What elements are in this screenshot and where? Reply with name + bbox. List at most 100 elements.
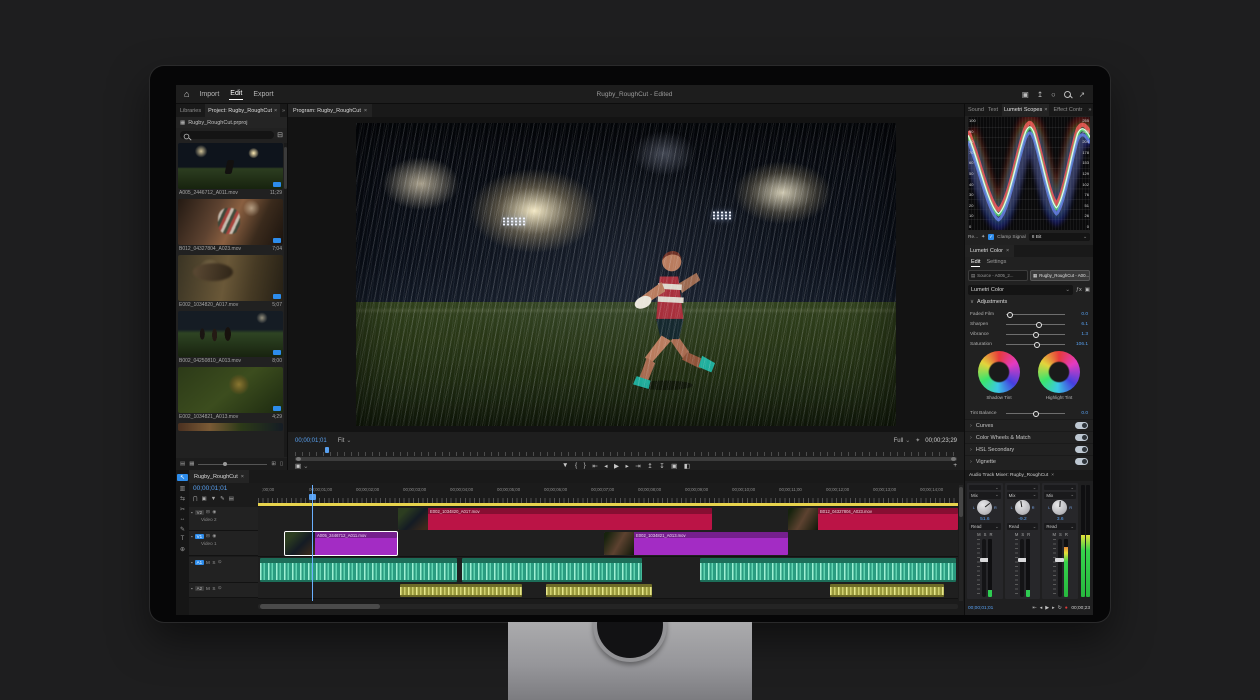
sync-lock-icon[interactable]: ⊟ (206, 533, 210, 539)
wrench-icon[interactable]: ✦ (915, 437, 920, 444)
panel-menu-icon[interactable]: » (280, 108, 287, 114)
list-item[interactable]: E002_1034820_A017.mov5;07 (178, 255, 283, 310)
lock-icon[interactable]: ▪ (191, 586, 193, 591)
input-dropdown[interactable]: ⌄ (1044, 485, 1076, 490)
pen-tool[interactable]: ✎ (180, 526, 185, 533)
menu-edit[interactable]: Edit (229, 88, 243, 100)
lock-icon[interactable]: ▪ (191, 510, 193, 515)
slip-tool[interactable]: ↔ (180, 516, 186, 522)
timeline-hscrollbar[interactable] (258, 604, 958, 609)
linked-selection-icon[interactable]: ▣ (202, 496, 207, 502)
quick-export-icon[interactable]: ↥ (1037, 90, 1043, 99)
list-item[interactable]: B012_04327804_A023.mov7;04 (178, 199, 283, 254)
close-icon[interactable]: × (364, 108, 367, 114)
mute-button[interactable]: M (1053, 532, 1057, 537)
extract-icon[interactable]: ↧ (659, 462, 664, 470)
menu-export[interactable]: Export (252, 89, 274, 100)
panel-menu-icon[interactable]: » (1086, 107, 1093, 113)
pan-knob[interactable] (1052, 500, 1067, 515)
highlight-tint-wheel[interactable] (1038, 351, 1080, 393)
zoom-tool[interactable]: ⊕ (180, 546, 185, 553)
menu-import[interactable]: Import (198, 89, 220, 100)
adjustments-section-header[interactable]: ∨ Adjustments (970, 299, 1007, 305)
section-curves[interactable]: › Curves (965, 419, 1093, 431)
section-toggle[interactable] (1075, 422, 1088, 429)
timeline-ruler[interactable]: ;00;00 00;00;01;00 00;00;02;00 00;00;03;… (258, 485, 958, 503)
button-editor-icon[interactable]: + (953, 462, 957, 469)
close-icon[interactable]: × (1006, 248, 1009, 254)
track-header-v1[interactable]: ▪ V1 ⊟ ◉ Video 1 (189, 531, 258, 556)
clip-thumbnail[interactable] (178, 143, 283, 189)
fit-dropdown[interactable]: Fit ⌄ (338, 437, 352, 444)
section-vignette[interactable]: › Vignette (965, 455, 1093, 467)
timeline-clip-v2[interactable]: E002_1034820_A017.mov (398, 508, 712, 530)
bit-depth-dropdown[interactable]: 8 Bit ⌄ (1029, 233, 1090, 241)
audio-clip-a2[interactable] (546, 584, 652, 597)
snap-icon[interactable]: ⋂ (193, 496, 198, 502)
timeline-clip-v1[interactable]: E002_1034821_A013.mov (604, 532, 788, 555)
step-back-icon[interactable]: ◂ (604, 462, 607, 470)
pen-icon[interactable]: ✎ (220, 496, 225, 502)
export-frame-icon[interactable]: ▣ (671, 462, 677, 470)
slider-track[interactable] (1006, 324, 1065, 325)
project-breadcrumb[interactable]: ▦ Rugby_RoughCut.prproj (176, 117, 287, 128)
list-item[interactable]: A005_2446712_A011.mov11;29 (178, 143, 283, 198)
track-header-v2[interactable]: ▪ V2 ⊟ ◉ Video 2 (189, 507, 258, 531)
pan-value[interactable]: -9.2 (1018, 517, 1026, 522)
automation-dropdown[interactable]: Read⌄ (1007, 523, 1039, 530)
input-dropdown[interactable]: ⌄ (1007, 485, 1039, 490)
tab-sound[interactable]: Sound (968, 107, 984, 113)
slider-track[interactable] (1006, 344, 1065, 345)
selection-tool[interactable]: ↖ (177, 474, 188, 481)
workspace-icon[interactable]: ▣ (1022, 90, 1029, 99)
section-color-wheels[interactable]: › Color Wheels & Match (965, 431, 1093, 443)
output-dropdown[interactable]: Mix⌄ (1044, 492, 1076, 499)
volume-fader[interactable] (969, 538, 1001, 597)
step-forward-icon[interactable]: ▸ (1052, 605, 1055, 611)
source-clip-button[interactable]: ▤ Source - A005_2... (968, 270, 1028, 281)
tab-program[interactable]: Program: Rugby_RoughCut × (288, 104, 372, 117)
list-item[interactable]: B002_04250810_A013.mov8;00 (178, 311, 283, 366)
list-view-icon[interactable]: ▤ (180, 461, 185, 467)
grid-view-icon[interactable]: ▦ (189, 461, 194, 467)
work-area-bar[interactable] (258, 503, 958, 506)
step-forward-icon[interactable]: ▸ (626, 462, 629, 470)
playhead-line[interactable] (312, 485, 313, 601)
tab-lumetri-scopes[interactable]: Lumetri Scopes × (1002, 104, 1049, 116)
mute-button[interactable]: M (1015, 532, 1019, 537)
slider-value[interactable]: 0.0 (1068, 411, 1088, 416)
track-badge[interactable]: A2 (195, 586, 203, 591)
mute-button[interactable]: M (206, 586, 210, 591)
pan-value[interactable]: 3.6 (1057, 517, 1064, 522)
record-arm-button[interactable]: R (989, 532, 992, 537)
close-icon[interactable]: × (1044, 107, 1047, 113)
program-timecode[interactable]: 00;00;01;01 (295, 438, 327, 444)
lock-icon[interactable]: ▪ (191, 534, 193, 539)
clamp-checkbox[interactable]: ✓ (988, 234, 994, 240)
tab-text[interactable]: Text (988, 107, 998, 113)
play-icon[interactable]: ▶ (614, 462, 619, 470)
mixer-title[interactable]: Audio Track Mixer: Rugby_RoughCut (969, 473, 1048, 478)
audio-clip-a1[interactable] (260, 558, 457, 582)
timeline-timecode[interactable]: 00;00;01;01 (193, 485, 227, 492)
solo-button[interactable]: S (1059, 532, 1062, 537)
source-patch-a1[interactable]: A1 (195, 560, 203, 565)
track-select-tool[interactable]: ▥ (180, 485, 186, 492)
comparison-view-icon[interactable]: ◧ (684, 462, 690, 470)
tab-edit[interactable]: Edit (971, 259, 980, 267)
volume-fader[interactable] (1007, 538, 1039, 597)
slider-value[interactable]: 106.1 (1068, 342, 1088, 347)
record-arm-button[interactable]: R (1027, 532, 1030, 537)
audio-clip-a1[interactable] (462, 558, 642, 582)
tab-project[interactable]: Project: Rugby_RoughCut × (205, 104, 280, 117)
ripple-edit-tool[interactable]: ⇆ (180, 495, 185, 502)
thumbnail-zoom-slider[interactable] (198, 464, 267, 465)
scope-preset-label[interactable]: Re... (968, 235, 978, 240)
close-icon[interactable]: × (241, 474, 244, 480)
go-to-in-icon[interactable]: ⇤ (592, 462, 597, 470)
solo-button[interactable]: S (212, 560, 215, 565)
add-marker-icon[interactable]: ▼ (211, 496, 216, 502)
pan-knob[interactable] (977, 500, 992, 515)
tab-libraries[interactable]: Libraries (176, 108, 205, 114)
list-item[interactable]: E002_1034821_A013.mov4;29 (178, 367, 283, 422)
